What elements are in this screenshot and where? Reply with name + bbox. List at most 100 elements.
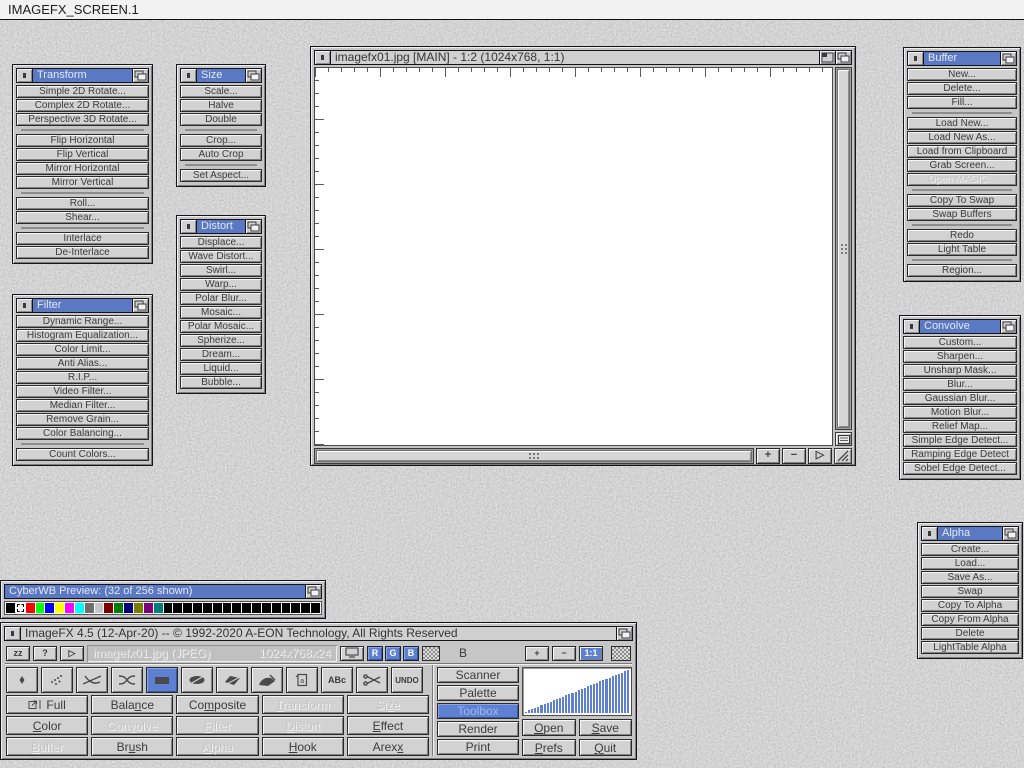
point-tool[interactable] — [6, 667, 38, 693]
depth-icon[interactable] — [132, 69, 148, 82]
toolbox-render-button[interactable]: Render — [437, 721, 519, 737]
depth-icon[interactable] — [1000, 320, 1016, 333]
palette-swatch-11[interactable] — [114, 603, 123, 613]
panel-titlebar[interactable]: Size — [180, 68, 262, 83]
toolbox-balance-button[interactable]: Balance — [91, 695, 173, 714]
filter-count-colors-button[interactable]: Count Colors... — [16, 448, 149, 461]
scissors-tool[interactable] — [356, 667, 388, 693]
close-icon[interactable] — [908, 52, 924, 65]
panel-titlebar[interactable]: Convolve — [903, 319, 1017, 334]
vertical-scrollbar-thumb[interactable] — [837, 69, 850, 428]
transform-mirror-vertical-button[interactable]: Mirror Vertical — [16, 176, 149, 189]
transform-perspective-3d-rotate-button[interactable]: Perspective 3D Rotate... — [16, 113, 149, 126]
palette-swatch-5[interactable] — [55, 603, 64, 613]
pan-button[interactable]: ▷ — [808, 448, 832, 464]
dither-toggle-button[interactable] — [422, 646, 440, 661]
palette-swatch-10[interactable] — [104, 603, 113, 613]
transform-mirror-horizontal-button[interactable]: Mirror Horizontal — [16, 162, 149, 175]
close-icon[interactable] — [315, 51, 331, 64]
horizontal-scrollbar-thumb[interactable] — [316, 450, 752, 462]
palette-swatch-8[interactable] — [85, 603, 94, 613]
close-icon[interactable] — [5, 627, 21, 640]
toolbox-arexx-button[interactable]: Arexx — [347, 737, 429, 756]
transform-complex-2d-rotate-button[interactable]: Complex 2D Rotate... — [16, 99, 149, 112]
quit-button[interactable]: Quit — [579, 739, 633, 756]
filter-histogram-equalization-button[interactable]: Histogram Equalization... — [16, 329, 149, 342]
toolbox-titlebar[interactable]: ImageFX 4.5 (12-Apr-20) -- © 1992-2020 A… — [4, 626, 633, 641]
alpha-load-button[interactable]: Load... — [921, 557, 1019, 570]
distort-swirl-button[interactable]: Swirl... — [180, 264, 262, 277]
palette-swatch-18[interactable] — [183, 603, 192, 613]
buffer-fill-button[interactable]: Fill... — [907, 96, 1017, 109]
alpha-lighttable-alpha-button[interactable]: LightTable Alpha — [921, 641, 1019, 654]
palette-swatch-30[interactable] — [301, 603, 310, 613]
polygon-tool[interactable] — [216, 667, 248, 693]
palette-swatch-13[interactable] — [134, 603, 143, 613]
distort-polar-mosaic-button[interactable]: Polar Mosaic... — [180, 320, 262, 333]
size-crop-button[interactable]: Crop... — [180, 134, 262, 147]
palette-swatch-2[interactable] — [26, 603, 35, 613]
curve-tool[interactable] — [111, 667, 143, 693]
panel-titlebar[interactable]: Transform — [16, 68, 149, 83]
convolve-sharpen-button[interactable]: Sharpen... — [903, 350, 1017, 363]
close-icon[interactable] — [181, 69, 197, 82]
transform-simple-2d-rotate-button[interactable]: Simple 2D Rotate... — [16, 85, 149, 98]
distort-warp-button[interactable]: Warp... — [180, 278, 262, 291]
transform-shear-button[interactable]: Shear... — [16, 211, 149, 224]
palette-swatch-23[interactable] — [232, 603, 241, 613]
close-icon[interactable] — [17, 69, 33, 82]
palette-swatch-28[interactable] — [282, 603, 291, 613]
depth-icon[interactable] — [245, 220, 261, 233]
zoom-in-button[interactable]: + — [756, 448, 780, 464]
filter-color-limit-button[interactable]: Color Limit... — [16, 343, 149, 356]
alpha-copy-from-alpha-button[interactable]: Copy From Alpha — [921, 613, 1019, 626]
palette-swatch-1[interactable] — [16, 603, 25, 613]
transform-flip-vertical-button[interactable]: Flip Vertical — [16, 148, 149, 161]
palette-swatch-22[interactable] — [223, 603, 232, 613]
panel-titlebar[interactable]: Alpha — [921, 526, 1019, 541]
transform-interlace-button[interactable]: Interlace — [16, 232, 149, 245]
depth-icon[interactable] — [245, 69, 261, 82]
line-tool[interactable] — [76, 667, 108, 693]
palette-swatch-20[interactable] — [203, 603, 212, 613]
close-icon[interactable] — [17, 299, 33, 312]
toolbox-scanner-button[interactable]: Scanner — [437, 667, 519, 683]
image-window-titlebar[interactable]: imagefx01.jpg [MAIN] - 1:2 (1024x768, 1:… — [314, 50, 852, 65]
distort-wave-distort-button[interactable]: Wave Distort... — [180, 250, 262, 263]
size-set-aspect-button[interactable]: Set Aspect... — [180, 169, 262, 182]
size-double-button[interactable]: Double — [180, 113, 262, 126]
convolve-ramping-edge-detect-button[interactable]: Ramping Edge Detect — [903, 448, 1017, 461]
palette-swatch-0[interactable] — [6, 603, 15, 613]
size-scale-button[interactable]: Scale... — [180, 85, 262, 98]
depth-icon[interactable] — [835, 51, 851, 64]
depth-icon[interactable] — [132, 299, 148, 312]
buffer-region-button[interactable]: Region... — [907, 264, 1017, 277]
transform-flip-horizontal-button[interactable]: Flip Horizontal — [16, 134, 149, 147]
palette-swatch-19[interactable] — [193, 603, 202, 613]
palette-swatch-27[interactable] — [272, 603, 281, 613]
channel-b-button[interactable]: B — [403, 646, 419, 661]
view-zoom-in-button[interactable]: + — [525, 646, 549, 661]
palette-swatch-3[interactable] — [36, 603, 45, 613]
convolve-unsharp-mask-button[interactable]: Unsharp Mask... — [903, 364, 1017, 377]
transform-de-interlace-button[interactable]: De-Interlace — [16, 246, 149, 259]
depth-icon[interactable] — [616, 627, 632, 640]
panel-titlebar[interactable]: Buffer — [907, 51, 1017, 66]
palette-swatch-16[interactable] — [164, 603, 173, 613]
close-icon[interactable] — [904, 320, 920, 333]
convolve-motion-blur-button[interactable]: Motion Blur... — [903, 406, 1017, 419]
buffer-delete-button[interactable]: Delete... — [907, 82, 1017, 95]
palette-swatch-12[interactable] — [124, 603, 133, 613]
toolbox-palette-button[interactable]: Palette — [437, 685, 519, 701]
distort-displace-button[interactable]: Displace... — [180, 236, 262, 249]
resize-gadget-icon[interactable] — [834, 448, 852, 464]
palette-swatch-31[interactable] — [311, 603, 320, 613]
airbrush-tool[interactable] — [41, 667, 73, 693]
buffer-light-table-button[interactable]: Light Table — [907, 243, 1017, 256]
ellipse-tool[interactable] — [181, 667, 213, 693]
convolve-gaussian-blur-button[interactable]: Gaussian Blur... — [903, 392, 1017, 405]
buffer-new-button[interactable]: New... — [907, 68, 1017, 81]
distort-dream-button[interactable]: Dream... — [180, 348, 262, 361]
open-button[interactable]: Open — [522, 719, 576, 736]
filter-video-filter-button[interactable]: Video Filter... — [16, 385, 149, 398]
